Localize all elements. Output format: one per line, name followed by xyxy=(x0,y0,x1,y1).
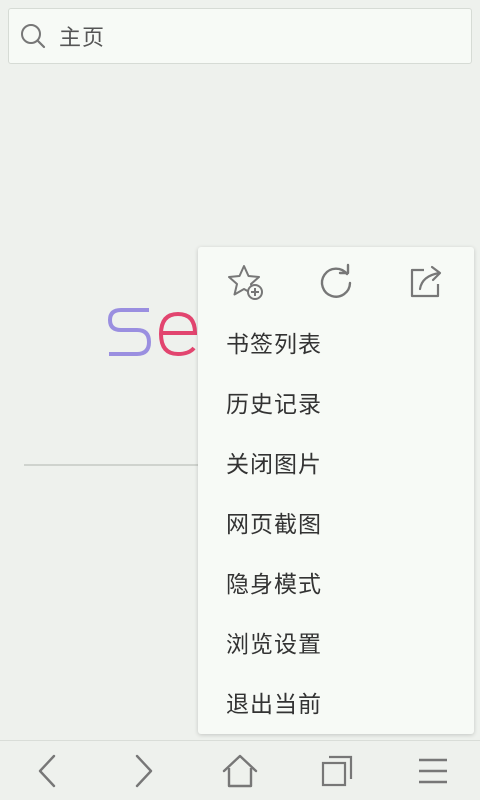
menu-item-label: 历史记录 xyxy=(226,392,322,418)
menu-item-label: 网页截图 xyxy=(226,512,322,538)
add-bookmark-button[interactable] xyxy=(220,257,270,307)
tabs-icon xyxy=(321,755,353,787)
back-button[interactable] xyxy=(17,741,77,800)
search-underline xyxy=(24,464,214,466)
forward-button[interactable] xyxy=(114,741,174,800)
browser-page: 主页 书签列表 历史记录 关闭图片 网页截图 隐身模式 浏览设置 退出当前 xyxy=(0,0,480,800)
menu-item-screenshot[interactable]: 网页截图 xyxy=(198,492,474,552)
star-plus-icon xyxy=(228,265,263,300)
quick-actions-row xyxy=(198,257,474,317)
menu-item-label: 书签列表 xyxy=(226,332,322,358)
chevron-left-icon xyxy=(38,754,56,788)
menu-item-label: 浏览设置 xyxy=(226,632,322,658)
address-text: 主页 xyxy=(59,26,106,51)
menu-item-label: 关闭图片 xyxy=(226,452,322,478)
share-icon xyxy=(410,265,442,298)
address-bar[interactable]: 主页 xyxy=(8,8,472,64)
bottom-toolbar xyxy=(0,740,480,800)
hamburger-icon xyxy=(419,758,447,784)
home-icon xyxy=(222,754,258,788)
menu-item-history[interactable]: 历史记录 xyxy=(198,372,474,432)
menu-item-bookmarks[interactable]: 书签列表 xyxy=(198,312,474,372)
tabs-button[interactable] xyxy=(307,741,367,800)
home-button[interactable] xyxy=(210,741,270,800)
menu-item-settings[interactable]: 浏览设置 xyxy=(198,612,474,672)
search-icon xyxy=(21,24,46,49)
menu-item-label: 隐身模式 xyxy=(226,572,322,598)
share-button[interactable] xyxy=(401,257,451,307)
overflow-menu: 书签列表 历史记录 关闭图片 网页截图 隐身模式 浏览设置 退出当前 xyxy=(198,247,474,734)
menu-button[interactable] xyxy=(403,741,463,800)
menu-item-exit[interactable]: 退出当前 xyxy=(198,672,474,732)
refresh-icon xyxy=(320,263,352,298)
chevron-right-icon xyxy=(135,754,153,788)
menu-item-label: 退出当前 xyxy=(226,692,322,718)
menu-item-incognito[interactable]: 隐身模式 xyxy=(198,552,474,612)
refresh-button[interactable] xyxy=(311,257,361,307)
menu-item-disable-images[interactable]: 关闭图片 xyxy=(198,432,474,492)
